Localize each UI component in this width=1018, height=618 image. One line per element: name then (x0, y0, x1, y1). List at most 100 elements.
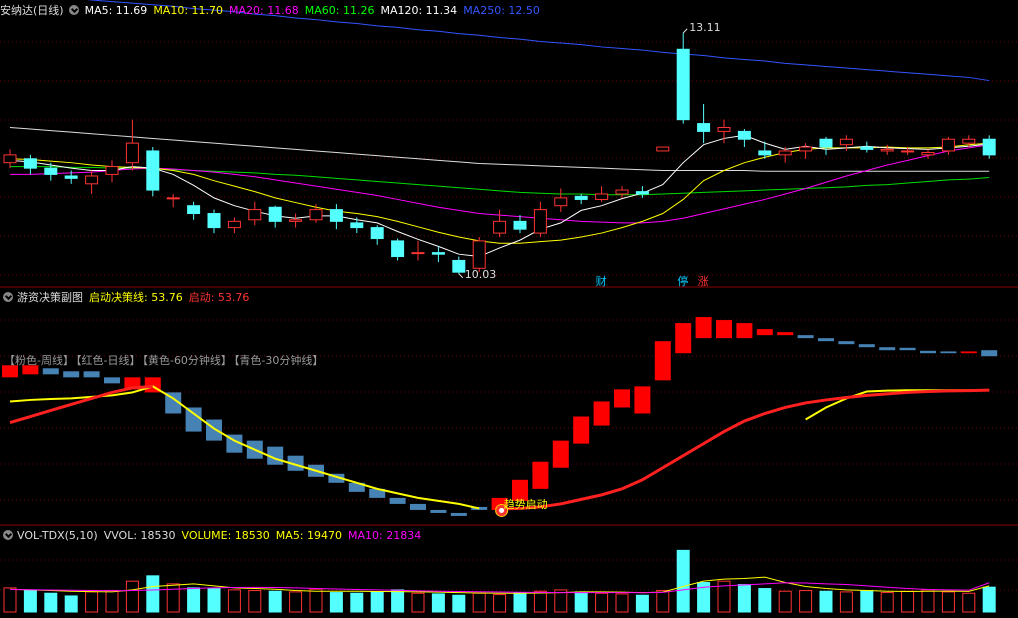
vol-title[interactable]: VOL-TDX(5,10) (17, 529, 98, 542)
vol-header: VOL-TDX(5,10) VVOL: 18530 VOLUME: 18530 MA5… (0, 528, 433, 544)
candle-body-28 (574, 195, 588, 200)
event-marker-1[interactable]: 停 (677, 273, 688, 289)
sub-bar-43 (879, 347, 896, 351)
candle-body-0 (3, 154, 17, 164)
vol-bar-48 (982, 586, 996, 613)
candle-body-22 (452, 259, 466, 273)
candle-body-36 (737, 130, 751, 140)
low-pointer (458, 273, 464, 279)
candle-body-26 (533, 209, 547, 234)
candle-body-15 (309, 209, 323, 221)
sub-bar-19 (389, 497, 406, 504)
candle-body-35 (717, 126, 731, 132)
legend-daily: 【红色-日线】 (75, 354, 141, 367)
candle-body-25 (513, 220, 527, 230)
candle-body-32 (656, 146, 670, 152)
vol-bar-27 (554, 589, 568, 613)
candle-body-47 (962, 138, 976, 144)
sub-title[interactable]: 游资决策副图 (17, 291, 83, 304)
sub-bar-32 (654, 341, 671, 381)
candle-body-40 (819, 138, 833, 148)
toggle-icon[interactable] (3, 530, 13, 540)
vol-bar-39 (799, 590, 813, 613)
vol-bar-22 (452, 594, 466, 613)
sub-bar-45 (920, 350, 936, 354)
candle-body-44 (901, 150, 915, 153)
vol-bar-4 (85, 591, 99, 613)
vol-bar-0 (3, 587, 17, 613)
sub-bar-48 (981, 350, 998, 357)
vol-bar-1 (23, 589, 37, 613)
vol-label-0: VVOL: 18530 (103, 529, 176, 542)
candle-body-46 (941, 138, 955, 152)
candle-body-12 (248, 209, 262, 221)
vol-bar-24 (493, 594, 507, 613)
ma-label-0: MA5: 11.69 (84, 4, 148, 17)
candle-body-37 (758, 150, 772, 156)
sub-bar-9 (185, 407, 202, 432)
sub-line1-label: 启动决策线: 53.76 (89, 291, 183, 304)
ma-label-3: MA60: 11.26 (304, 4, 375, 17)
candle-body-27 (554, 197, 568, 207)
vol-bar-13 (268, 590, 282, 613)
legend-weekly: 【粉色-周线】 (4, 354, 74, 367)
toggle-icon[interactable] (68, 5, 79, 15)
signal-label: 趋势启动 (503, 498, 548, 512)
sub-line2-label: 启动: 53.76 (188, 291, 250, 304)
vol-label-2: MA5: 19470 (275, 529, 343, 542)
vol-bar-32 (656, 590, 670, 613)
high-price-label: 13.11 (689, 20, 721, 34)
sub-bar-27 (552, 440, 569, 468)
vol-bar-42 (860, 590, 874, 613)
candle-body-14 (289, 219, 303, 222)
candle-body-42 (860, 146, 874, 150)
vol-bar-45 (921, 589, 935, 613)
vol-bar-14 (289, 591, 303, 613)
candle-body-20 (411, 252, 425, 255)
vol-bar-9 (187, 587, 201, 613)
candle-body-11 (227, 220, 241, 229)
main-header: 安纳达(日线) MA5: 11.69 MA10: 11.70 MA20: 11.68 M… (0, 3, 552, 19)
low-price-label: 10.03 (464, 267, 497, 281)
sub-bar-5 (104, 377, 120, 384)
candle-body-10 (207, 213, 221, 229)
candle-body-38 (778, 150, 792, 156)
vol-bar-47 (962, 592, 976, 613)
sub-header: 游资决策副图 启动决策线: 53.76 启动: 53.76 (0, 290, 255, 306)
stock-title[interactable]: 安纳达(日线) (0, 4, 64, 17)
vol-label-3: MA10: 21834 (348, 529, 422, 542)
ma-legend: MA5: 11.69 MA10: 11.70 MA20: 11.68 MA60: 11… (85, 4, 546, 17)
chart-canvas[interactable] (0, 0, 1018, 618)
sub-bar-34 (695, 317, 712, 339)
vol-bar-5 (105, 590, 119, 613)
toggle-icon[interactable] (3, 292, 13, 302)
sub-bar-41 (838, 341, 855, 345)
candle-body-6 (125, 142, 139, 164)
vol-bar-2 (44, 592, 58, 613)
vol-bar-30 (615, 593, 629, 613)
candle-body-43 (880, 148, 894, 152)
legend-30min: 【青色-30分钟线】 (233, 354, 324, 367)
vol-bar-31 (635, 594, 649, 613)
sub-bar-37 (756, 329, 773, 336)
event-marker-0[interactable]: 财 (596, 273, 607, 289)
sub-bar-22 (450, 512, 467, 516)
candle-body-24 (493, 220, 507, 234)
event-marker-2[interactable]: 涨 (698, 273, 709, 289)
vol-bar-20 (411, 592, 425, 613)
sub-bar-4 (83, 371, 100, 378)
candle-body-9 (187, 205, 201, 215)
high-pointer (682, 28, 688, 34)
candle-body-4 (85, 175, 99, 185)
vol-bar-41 (839, 591, 853, 613)
vol-bar-21 (431, 593, 445, 613)
vol-label-1: VOLUME: 18530 (181, 529, 270, 542)
vol-bar-43 (880, 592, 894, 613)
candle-body-41 (839, 138, 853, 146)
start-line-red (499, 388, 990, 511)
vol-bar-23 (472, 592, 486, 613)
sub-bar-44 (899, 347, 916, 351)
candle-body-1 (23, 158, 37, 169)
candle-body-8 (166, 197, 180, 200)
candle-body-5 (105, 166, 119, 175)
